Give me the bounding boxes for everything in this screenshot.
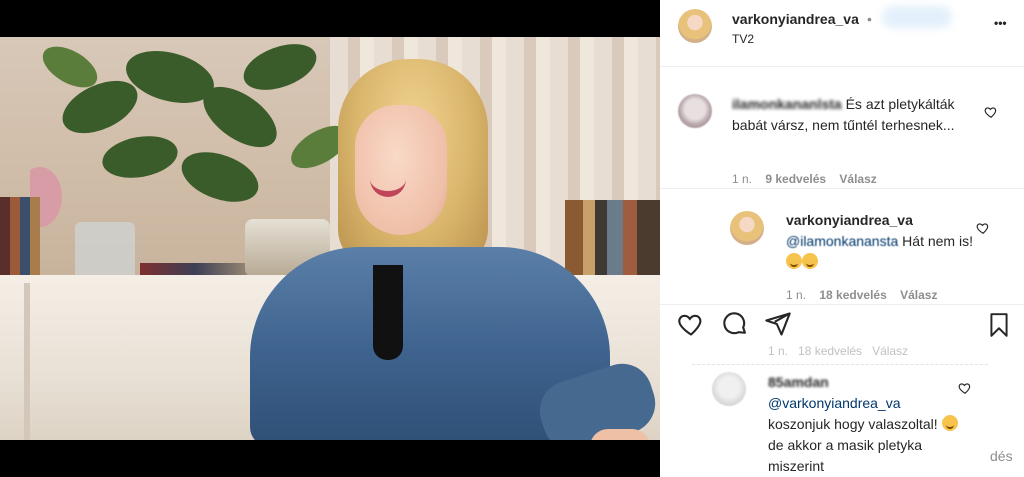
post-header: varkonyiandrea_va • TV2 ••• bbox=[660, 0, 1024, 67]
comment-3-body: 85amdan @varkonyiandrea_va koszonjuk hog… bbox=[768, 372, 958, 477]
glass-vase bbox=[75, 222, 135, 280]
reply-like-icon[interactable] bbox=[976, 221, 990, 235]
divider bbox=[660, 188, 1024, 189]
person-face bbox=[355, 105, 447, 235]
share-icon[interactable] bbox=[764, 310, 792, 338]
grin-emoji-icon bbox=[786, 253, 802, 269]
reply-author-avatar[interactable] bbox=[730, 211, 764, 245]
comment-likes[interactable]: 9 kedvelés bbox=[765, 172, 826, 186]
post-location[interactable]: TV2 bbox=[732, 32, 754, 46]
commenter-username[interactable]: ilamonkananlsta bbox=[732, 96, 842, 112]
ghost-divider bbox=[692, 346, 988, 365]
smile-emoji-icon bbox=[941, 415, 958, 431]
sofa-seam bbox=[24, 283, 30, 440]
comment-3-like-icon[interactable] bbox=[958, 381, 972, 395]
reply-username[interactable]: varkonyiandrea_va bbox=[786, 210, 976, 231]
comment-body: ilamonkananlsta És azt pletykálták babát… bbox=[732, 94, 972, 136]
post-media bbox=[0, 0, 660, 477]
commenter-3-username[interactable]: 85amdan bbox=[768, 372, 958, 393]
comment-3-mention[interactable]: @varkonyiandrea_va bbox=[768, 393, 958, 414]
person-hand bbox=[590, 429, 650, 440]
person-shirt bbox=[373, 265, 403, 360]
heart-icon[interactable] bbox=[676, 310, 706, 338]
book-stack-right bbox=[565, 200, 660, 278]
author-username[interactable]: varkonyiandrea_va bbox=[732, 11, 859, 27]
reply-text: Hát nem is! bbox=[902, 233, 973, 249]
author-avatar[interactable] bbox=[678, 9, 712, 43]
comment-3-text-a: koszonjuk hogy valaszoltal! bbox=[768, 416, 938, 432]
comment-time: 1 n. bbox=[732, 172, 753, 186]
grin-emoji-icon bbox=[802, 253, 818, 269]
book-stack-left bbox=[0, 197, 40, 277]
comment-icon[interactable] bbox=[721, 310, 749, 338]
commenter-avatar[interactable] bbox=[678, 94, 712, 128]
post-side-panel: varkonyiandrea_va • TV2 ••• ilamonkananl… bbox=[660, 0, 1024, 477]
blurred-follow bbox=[882, 6, 952, 28]
background-plant bbox=[30, 44, 349, 227]
more-options-icon[interactable]: ••• bbox=[994, 16, 1007, 30]
post-photo bbox=[0, 37, 660, 440]
comment-3-text-b: de akkor a masik pletyka miszerint bbox=[768, 437, 923, 474]
reply-body: varkonyiandrea_va @ilamonkanansta Hát ne… bbox=[786, 210, 976, 273]
comment-like-icon[interactable] bbox=[984, 105, 998, 119]
bookmark-icon[interactable] bbox=[986, 310, 1012, 340]
book-stack-middle bbox=[140, 263, 250, 275]
separator-dot: • bbox=[867, 11, 872, 27]
reply-button[interactable]: Válasz bbox=[839, 172, 876, 186]
commenter-avatar-3[interactable] bbox=[712, 372, 746, 406]
reply-mention[interactable]: @ilamonkanansta bbox=[786, 233, 898, 249]
comment-meta: 1 n. 9 kedvelés Válasz bbox=[732, 172, 887, 186]
partial-text: dés bbox=[990, 448, 1013, 464]
